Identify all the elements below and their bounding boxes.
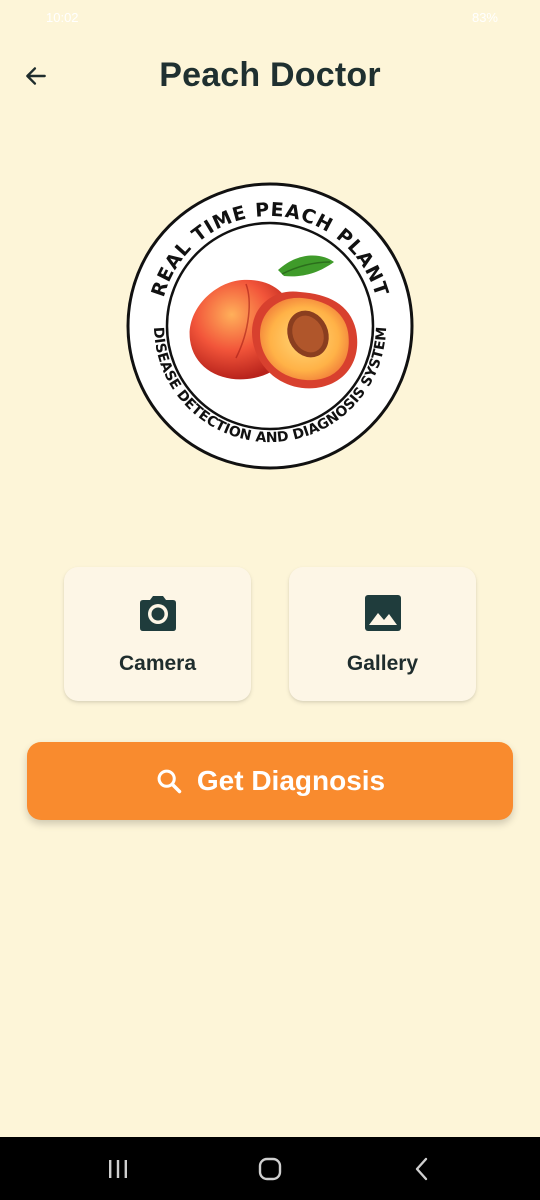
camera-button[interactable]: Camera	[64, 567, 251, 701]
status-bar: 10:02 83%	[0, 0, 540, 40]
home-button[interactable]	[250, 1149, 290, 1189]
camera-label: Camera	[118, 652, 197, 675]
image-source-row: Camera Gallery	[64, 567, 476, 701]
recents-icon	[109, 1160, 127, 1178]
camera-icon	[139, 596, 176, 631]
gallery-label: Gallery	[346, 652, 419, 675]
battery-level: 83%	[471, 10, 498, 25]
system-nav-bar	[0, 1137, 540, 1200]
page-title: Peach Doctor	[159, 56, 381, 94]
status-time: 10:02	[46, 10, 79, 25]
app-bar: Peach Doctor	[0, 48, 540, 104]
search-icon	[157, 769, 182, 794]
nav-back-icon	[415, 1157, 428, 1181]
app-logo: REAL TIME PEACH PLANT DISEASE DETECTION …	[124, 180, 416, 472]
get-diagnosis-button[interactable]: Get Diagnosis	[27, 742, 513, 820]
gallery-button[interactable]: Gallery	[289, 567, 476, 701]
get-diagnosis-label: Get Diagnosis	[196, 765, 386, 796]
status-right: 83%	[472, 10, 498, 25]
recents-button[interactable]	[98, 1149, 138, 1189]
status-left: 10:02	[46, 10, 79, 25]
home-icon	[258, 1157, 282, 1181]
image-icon	[364, 595, 401, 631]
nav-back-button[interactable]	[402, 1149, 442, 1189]
